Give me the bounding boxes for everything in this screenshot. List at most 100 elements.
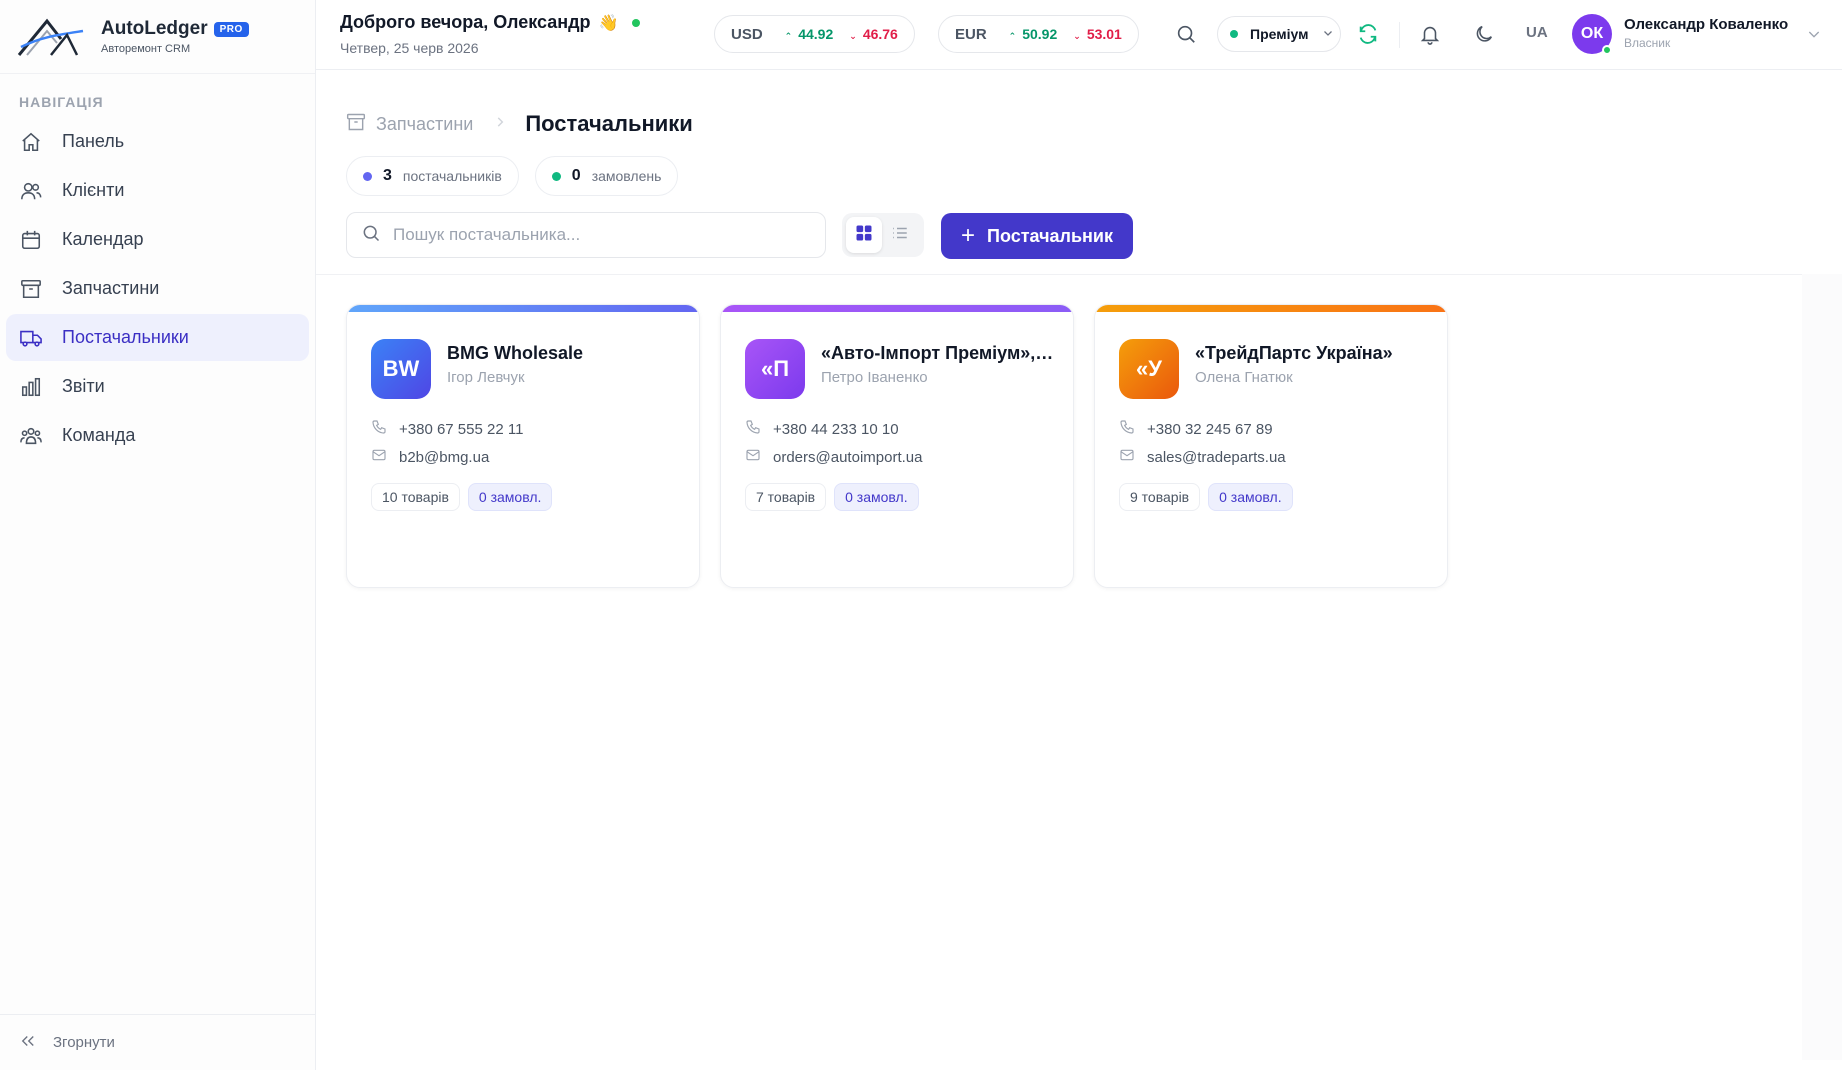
bar-chart-icon — [19, 375, 43, 399]
supplier-email: b2b@bmg.ua — [399, 448, 490, 466]
plan-status-dot — [1230, 30, 1238, 38]
stat-orders: 0 замовлень — [534, 156, 679, 196]
eur-rate[interactable]: EUR ⌃ 50.92 ⌄ 53.01 — [938, 15, 1139, 53]
supplier-email: orders@autoimport.ua — [773, 448, 923, 466]
sidebar-item-clients[interactable]: Клієнти — [6, 167, 309, 214]
supplier-logo: «У — [1119, 339, 1179, 399]
orders-count-badge: 0 замовл. — [467, 483, 553, 511]
phone-icon — [745, 419, 761, 439]
brand[interactable]: AutoLedger PRO Авторемонт CRM — [0, 0, 315, 74]
sidebar-item-suppliers[interactable]: Постачальники — [6, 314, 309, 361]
search-box[interactable] — [346, 212, 826, 258]
currency-code: USD — [731, 25, 763, 43]
supplier-email: sales@tradeparts.ua — [1147, 448, 1286, 466]
supplier-phone-row[interactable]: +380 32 245 67 89 — [1119, 419, 1273, 439]
avatar-online-dot — [1602, 45, 1612, 55]
team-icon — [19, 424, 43, 448]
list-icon — [891, 224, 909, 247]
sidebar: AutoLedger PRO Авторемонт CRM НАВІГАЦІЯ П… — [0, 0, 316, 1070]
stat-label: замовлень — [591, 168, 662, 184]
supplier-phone-row[interactable]: +380 44 233 10 10 — [745, 419, 899, 439]
bell-icon[interactable] — [1416, 20, 1444, 48]
phone-icon — [371, 419, 387, 439]
main-content: Запчастини Постачальники 3 постачальникі… — [316, 86, 1842, 1070]
mail-icon — [745, 447, 761, 467]
list-view-button[interactable] — [882, 217, 918, 253]
supplier-contact: Олена Гнатюк — [1195, 369, 1293, 386]
scrollbar-track[interactable] — [1802, 274, 1842, 1060]
supplier-card[interactable]: BW BMG Wholesale Ігор Левчук +380 67 555… — [346, 304, 700, 588]
plus-icon: + — [960, 222, 975, 249]
user-role: Власник — [1624, 36, 1671, 50]
calendar-icon — [19, 228, 43, 252]
supplier-card[interactable]: «П «Авто-Імпорт Преміум», ТОВ Петро Іван… — [720, 304, 1074, 588]
autoledger-logo-icon — [17, 18, 84, 56]
sidebar-item-parts[interactable]: Запчастини — [6, 265, 309, 312]
supplier-email-row[interactable]: sales@tradeparts.ua — [1119, 447, 1286, 467]
grid-icon — [854, 223, 874, 248]
arrow-up-icon: ⌃ — [784, 31, 793, 41]
sidebar-item-calendar[interactable]: Календар — [6, 216, 309, 263]
collapse-sidebar-button[interactable]: Згорнути — [0, 1014, 316, 1070]
supplier-phone-row[interactable]: +380 67 555 22 11 — [371, 419, 523, 439]
sidebar-nav: Панель Клієнти Календар Запчастини Поста… — [0, 118, 315, 459]
supplier-logo: BW — [371, 339, 431, 399]
user-menu[interactable]: Олександр Коваленко Власник — [1624, 16, 1788, 50]
add-supplier-button[interactable]: + Постачальник — [941, 213, 1133, 259]
language-switch[interactable]: UA — [1526, 24, 1548, 41]
usd-rate[interactable]: USD ⌃ 44.92 ⌄ 46.76 — [714, 15, 915, 53]
card-accent-bar — [1095, 305, 1447, 312]
mail-icon — [371, 447, 387, 467]
sidebar-item-team[interactable]: Команда — [6, 412, 309, 459]
chevron-down-icon — [1322, 26, 1334, 42]
buy-rate: 50.92 — [1022, 26, 1058, 42]
sidebar-item-dashboard[interactable]: Панель — [6, 118, 309, 165]
plan-selector[interactable]: Преміум — [1217, 16, 1341, 52]
arrow-down-icon: ⌄ — [1073, 31, 1081, 41]
collapse-label: Згорнути — [53, 1034, 115, 1051]
orders-count-badge: 0 замовл. — [1208, 483, 1293, 511]
online-status-dot — [632, 18, 641, 27]
supplier-phone: +380 44 233 10 10 — [773, 420, 899, 438]
supplier-chips: 9 товарів 0 замовл. — [1119, 483, 1301, 511]
supplier-contact: Петро Іваненко — [821, 369, 928, 386]
page-title: Постачальники — [525, 111, 693, 136]
stat-dot — [551, 171, 561, 181]
sidebar-item-reports[interactable]: Звіти — [6, 363, 309, 410]
supplier-contact: Ігор Левчук — [447, 369, 525, 386]
supplier-cards: BW BMG Wholesale Ігор Левчук +380 67 555… — [346, 304, 1468, 588]
arrow-up-icon: ⌃ — [1008, 31, 1017, 41]
refresh-icon[interactable] — [1354, 20, 1382, 48]
supplier-chips: 7 товарів 0 замовл. — [745, 483, 927, 511]
supplier-email-row[interactable]: orders@autoimport.ua — [745, 447, 922, 467]
phone-icon — [1119, 419, 1135, 439]
supplier-search-input[interactable] — [393, 225, 793, 245]
stat-value: 3 — [383, 167, 392, 184]
chevrons-left-icon — [19, 1032, 37, 1054]
sidebar-item-label: Постачальники — [62, 327, 189, 347]
header-divider — [1399, 22, 1400, 48]
breadcrumb-parent-link[interactable]: Запчастини — [376, 114, 473, 135]
greeting-text: Доброго вечора, Олександр — [340, 12, 591, 32]
users-icon — [19, 179, 43, 203]
supplier-email-row[interactable]: b2b@bmg.ua — [371, 447, 489, 467]
plan-label: Преміум — [1250, 26, 1309, 42]
wave-emoji: 👋 — [598, 14, 619, 32]
current-date: Четвер, 25 черв 2026 — [340, 40, 479, 56]
greeting-block: Доброго вечора, Олександр 👋 Четвер, 25 ч… — [340, 12, 641, 56]
supplier-chips: 10 товарів 0 замовл. — [371, 483, 560, 511]
supplier-card[interactable]: «У «ТрейдПартс Україна» Олена Гнатюк +38… — [1094, 304, 1448, 588]
user-name: Олександр Коваленко — [1624, 16, 1789, 33]
grid-view-button[interactable] — [846, 217, 882, 253]
truck-icon — [19, 326, 43, 350]
mail-icon — [1119, 447, 1135, 467]
search-icon[interactable] — [1172, 20, 1200, 48]
chevron-down-icon[interactable] — [1806, 26, 1822, 47]
add-supplier-label: Постачальник — [987, 225, 1113, 246]
supplier-name: «Авто-Імпорт Преміум», ТОВ — [821, 343, 1057, 363]
sidebar-item-label: Запчастини — [62, 278, 160, 298]
nav-section-title: НАВІГАЦІЯ — [19, 94, 104, 110]
moon-icon[interactable] — [1470, 20, 1498, 48]
orders-count-badge: 0 замовл. — [834, 483, 919, 511]
pro-badge: PRO — [213, 21, 249, 37]
